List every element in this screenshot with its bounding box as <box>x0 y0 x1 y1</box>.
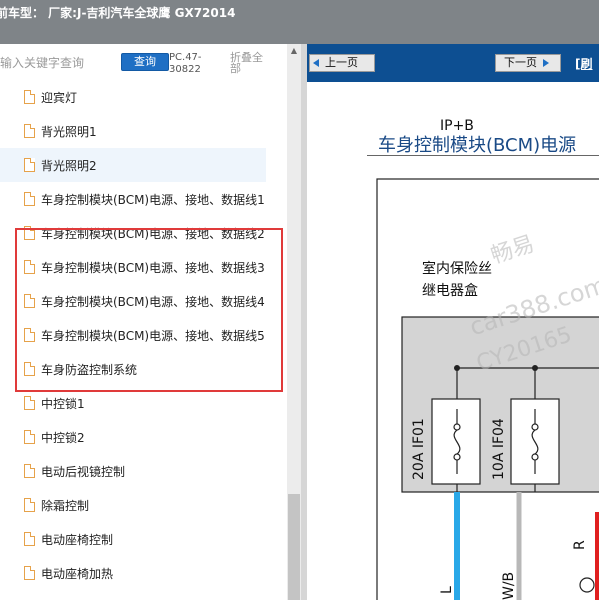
tree-item-label: 电动座椅加热 <box>41 567 114 581</box>
tree-item-label: 车身控制模块(BCM)电源、接地、数据线1 <box>41 193 265 207</box>
tree-item-label: 背光照明2 <box>41 159 97 173</box>
arrow-left-icon <box>313 59 319 67</box>
pc-number-label: PC.47-30822 <box>169 52 202 75</box>
title-bar: 前车型： 厂家:J-吉利汽车全球鹰 GX72014 <box>0 0 599 44</box>
wire-3-label: R <box>572 540 588 550</box>
document-viewer: 上一页 下一页 [刷 IP+B 20A IF01 10A IF04 L W/B … <box>307 44 599 600</box>
document-icon <box>24 124 35 138</box>
tree-item[interactable]: 电动后视镜控制 <box>0 454 266 488</box>
arrow-right-icon <box>543 59 549 67</box>
tree-item-label: 中控锁2 <box>41 431 85 445</box>
collapse-all-link[interactable]: 折叠全部 <box>230 52 272 74</box>
fuse-box-label-1: 室内保险丝 <box>422 261 492 277</box>
document-icon <box>24 192 35 206</box>
tree-item[interactable]: 车身控制模块(BCM)电源、接地、数据线1 <box>0 182 266 216</box>
tree-item[interactable]: 迎宾灯 <box>0 80 266 114</box>
tree-item[interactable]: 电动座椅加热 <box>0 556 266 590</box>
query-button[interactable]: 查询 <box>121 53 169 71</box>
tree-item[interactable]: 电动座椅控制 <box>0 522 266 556</box>
tree-item-label: 电动后视镜控制 <box>41 465 126 479</box>
tree-item-label: 除霜控制 <box>41 499 90 513</box>
document-icon <box>24 498 35 512</box>
document-icon <box>24 532 35 546</box>
tree-item-label: 背光照明1 <box>41 125 97 139</box>
tree-scrollbar[interactable]: ▲ <box>287 44 301 600</box>
title-rule <box>367 155 599 156</box>
tree-item[interactable]: 背光照明1 <box>0 114 266 148</box>
prev-page-label: 上一页 <box>325 56 358 69</box>
tree-item[interactable]: 中控锁2 <box>0 420 266 454</box>
scroll-thumb[interactable] <box>288 494 300 600</box>
viewer-toolbar: 上一页 下一页 [刷 <box>307 44 599 82</box>
left-pane: 查询 PC.47-30822 折叠全部 迎宾灯 背光照明1 背光照明2 车身控制… <box>0 44 287 600</box>
highlight-box <box>15 228 283 392</box>
tree-item-label: 迎宾灯 <box>41 91 78 105</box>
tree-item-selected[interactable]: 背光照明2 <box>0 148 266 182</box>
refresh-link[interactable]: [刷 <box>575 55 593 72</box>
document-icon <box>24 430 35 444</box>
document-icon <box>24 464 35 478</box>
fuse-1-label: 20A IF01 <box>411 418 427 480</box>
next-page-label: 下一页 <box>504 56 537 69</box>
document-icon <box>24 158 35 172</box>
fuse-box-caption: 室内保险丝 继电器盒 <box>422 258 492 302</box>
wiring-diagram-page: IP+B 20A IF01 10A IF04 L W/B R 车身控制模块(BC… <box>307 82 599 600</box>
search-row: 查询 PC.47-30822 折叠全部 <box>0 44 287 82</box>
tree-item-label: 中控锁1 <box>41 397 85 411</box>
fuse-box-label-2: 继电器盒 <box>422 283 478 299</box>
tree-item[interactable]: 除霜控制 <box>0 488 266 522</box>
search-input[interactable] <box>0 53 118 73</box>
window-title: 前车型： 厂家:J-吉利汽车全球鹰 GX72014 <box>0 6 236 20</box>
tree-item-label: 电动座椅控制 <box>41 533 114 547</box>
document-icon <box>24 90 35 104</box>
document-icon <box>24 396 35 410</box>
document-title: 车身控制模块(BCM)电源 <box>378 135 577 156</box>
scroll-up-icon[interactable]: ▲ <box>288 46 300 58</box>
next-page-button[interactable]: 下一页 <box>495 54 561 72</box>
prev-page-button[interactable]: 上一页 <box>309 54 375 72</box>
wire-2-label: W/B <box>501 572 517 600</box>
wire-1-label: L <box>439 586 455 594</box>
fuse-2-label: 10A IF04 <box>491 418 507 480</box>
document-icon <box>24 566 35 580</box>
